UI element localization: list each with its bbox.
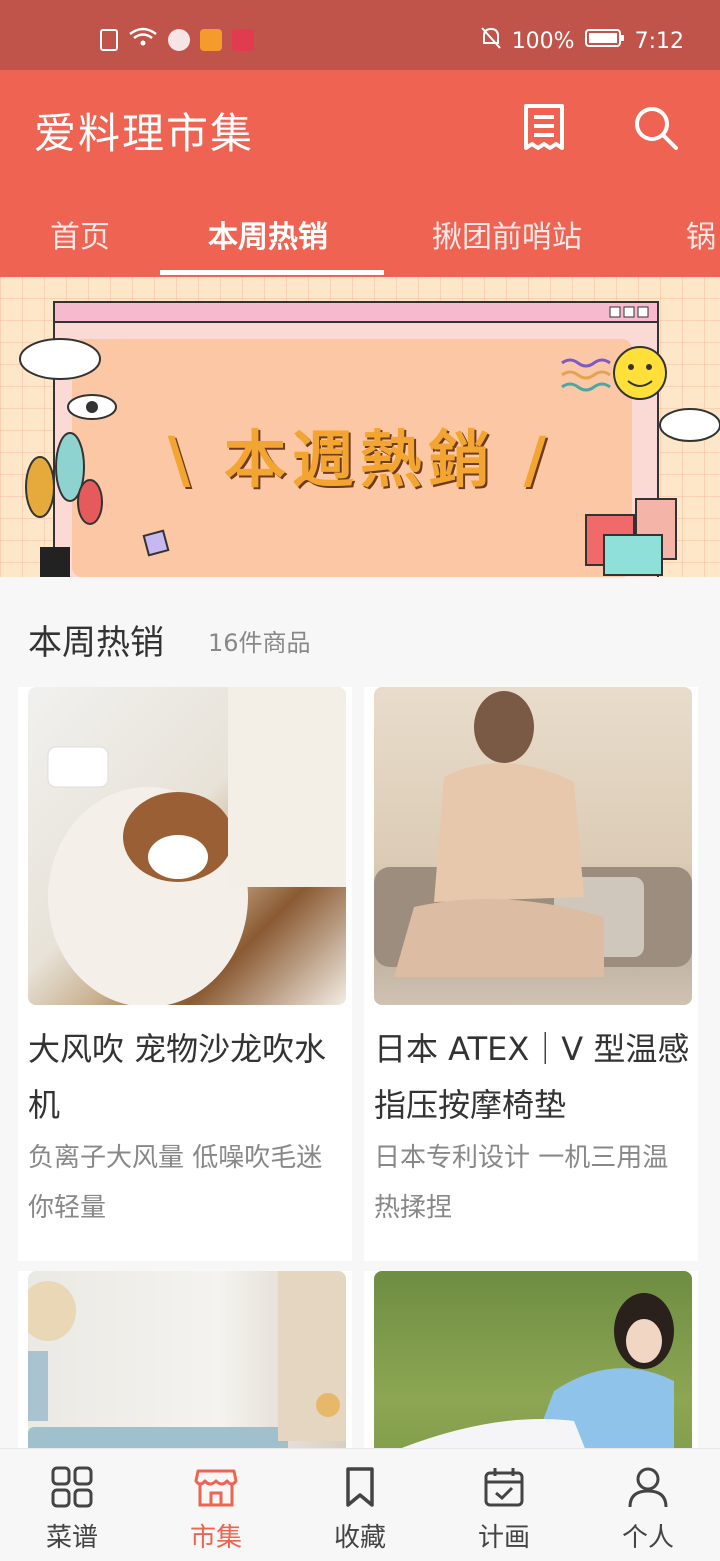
tab-home[interactable]: 首页 <box>50 212 110 256</box>
calendar-check-icon <box>484 1468 524 1507</box>
status-system-icons: 100% 7:12 <box>480 26 684 56</box>
product-desc: 负离子大风量 低噪吹毛迷你轻量 <box>28 1143 323 1223</box>
product-card[interactable] <box>18 1271 352 1448</box>
product-desc: 日本专利设计 一机三用温热揉捏 <box>374 1143 669 1223</box>
person-icon <box>628 1467 668 1508</box>
product-image <box>374 687 692 1005</box>
clock: 7:12 <box>634 28 684 54</box>
status-bar: 100% 7:12 <box>0 0 720 70</box>
product-section: 本周热销 16件商品 大风吹 宠物沙龙吹水机 负离子大风量 低噪吹毛迷你轻量 日… <box>0 577 720 1448</box>
sim-alert-icon <box>100 29 118 51</box>
status-notification-icons <box>100 26 254 54</box>
receipt-button[interactable] <box>514 98 574 158</box>
video-app-icon <box>200 29 222 51</box>
nav-recipes[interactable]: 菜谱 <box>0 1449 144 1561</box>
app-title: 爱料理市集 <box>34 109 255 158</box>
tab-pots[interactable]: 锅 <box>686 212 716 256</box>
mute-icon <box>480 26 502 56</box>
nav-label: 个人 <box>621 1523 674 1553</box>
nav-plan[interactable]: 计画 <box>432 1449 576 1561</box>
vpn-icon <box>168 29 190 51</box>
product-image <box>374 1271 692 1448</box>
battery-icon <box>584 28 625 54</box>
product-image <box>28 687 346 1005</box>
nav-label: 计画 <box>477 1523 530 1553</box>
promo-banner[interactable]: \ 本週熱銷 / <box>0 277 720 577</box>
bottom-navigation: 菜谱 市集 收藏 计画 个人 <box>0 1448 720 1561</box>
product-image <box>28 1271 346 1448</box>
nav-favorites[interactable]: 收藏 <box>288 1449 432 1561</box>
section-count: 16件商品 <box>208 629 311 657</box>
store-icon <box>194 1469 238 1507</box>
bookmark-icon <box>346 1467 374 1507</box>
app-bar: 爱料理市集 首页 本周热销 揪团前哨站 锅 <box>0 70 720 277</box>
nav-label: 菜谱 <box>45 1523 98 1553</box>
product-card[interactable]: 日本 ATEX｜V 型温感指压按摩椅垫 日本专利设计 一机三用温热揉捏 <box>364 687 698 1261</box>
tab-group-buy[interactable]: 揪团前哨站 <box>432 212 582 256</box>
product-card[interactable]: 大风吹 宠物沙龙吹水机 负离子大风量 低噪吹毛迷你轻量 <box>18 687 352 1261</box>
nav-profile[interactable]: 个人 <box>576 1449 720 1561</box>
receipt-icon <box>524 104 564 150</box>
product-card[interactable] <box>364 1271 698 1448</box>
tab-indicator <box>160 270 384 275</box>
banner-headline: \ 本週熱銷 / <box>167 423 553 496</box>
wifi-icon <box>128 26 158 54</box>
product-name: 日本 ATEX｜V 型温感指压按摩椅垫 <box>374 1030 690 1124</box>
book-app-icon <box>232 29 254 51</box>
category-tabs: 首页 本周热销 揪团前哨站 锅 <box>0 198 720 278</box>
nav-market[interactable]: 市集 <box>144 1449 288 1561</box>
section-title: 本周热销 <box>28 623 164 663</box>
product-name: 大风吹 宠物沙龙吹水机 <box>28 1030 327 1124</box>
grid-icon <box>51 1466 93 1508</box>
search-button[interactable] <box>626 98 686 158</box>
nav-label: 收藏 <box>333 1523 386 1553</box>
battery-percent: 100% <box>511 28 575 54</box>
search-icon <box>635 107 678 150</box>
tab-weekly-hot[interactable]: 本周热销 <box>208 212 328 256</box>
nav-label: 市集 <box>189 1523 242 1553</box>
